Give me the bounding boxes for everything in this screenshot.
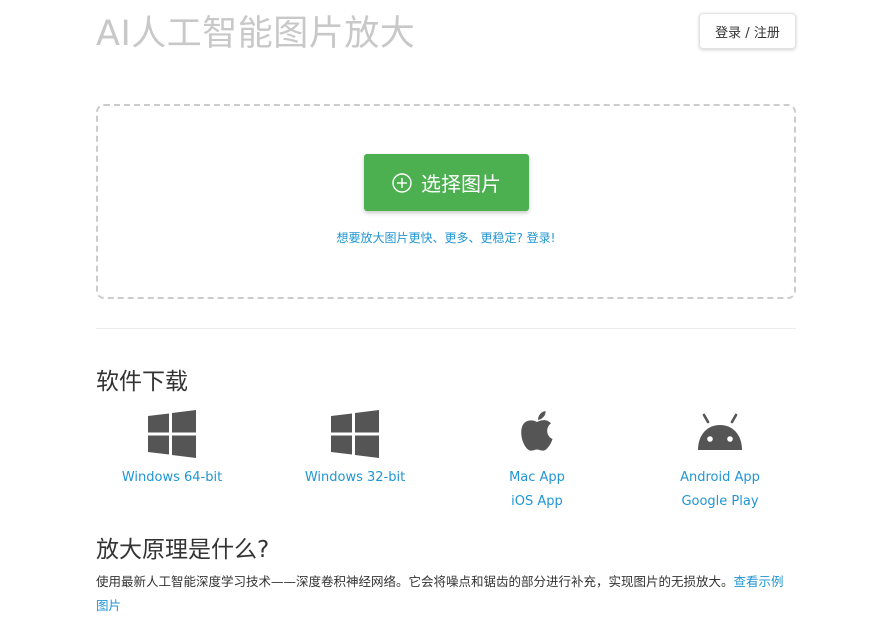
- windows-icon: [92, 408, 252, 466]
- ios-app-link[interactable]: iOS App: [457, 490, 617, 514]
- principle-heading: 放大原理是什么?: [96, 537, 270, 563]
- download-apple: Mac App iOS App: [457, 408, 617, 514]
- principle-description: 使用最新人工智能深度学习技术——深度卷积神经网络。它会将噪点和锯齿的部分进行补充…: [96, 574, 734, 589]
- android-icon: [640, 408, 800, 466]
- apple-icon: [457, 408, 617, 466]
- android-app-link[interactable]: Android App: [640, 466, 800, 490]
- windows-64bit-link[interactable]: Windows 64-bit: [92, 466, 252, 490]
- download-android: Android App Google Play: [640, 408, 800, 514]
- section-divider: [96, 328, 796, 329]
- page-container: AI人工智能图片放大 登录 / 注册 选择图片 想要放大图片更快、更多、更稳定?…: [96, 0, 796, 633]
- plus-circle-icon: [392, 172, 412, 193]
- windows-32bit-link[interactable]: Windows 32-bit: [275, 466, 435, 490]
- login-upgrade-link[interactable]: 想要放大图片更快、更多、更稳定? 登录!: [98, 229, 794, 246]
- login-register-button[interactable]: 登录 / 注册: [699, 13, 796, 49]
- windows-icon: [275, 408, 435, 466]
- download-windows-32: Windows 32-bit: [275, 408, 435, 490]
- principle-paragraph: 使用最新人工智能深度学习技术——深度卷积神经网络。它会将噪点和锯齿的部分进行补充…: [96, 570, 796, 618]
- software-download-heading: 软件下载: [96, 369, 188, 395]
- site-title: AI人工智能图片放大: [96, 14, 416, 54]
- download-windows-64: Windows 64-bit: [92, 408, 252, 490]
- select-image-button[interactable]: 选择图片: [364, 154, 529, 211]
- mac-app-link[interactable]: Mac App: [457, 466, 617, 490]
- google-play-link[interactable]: Google Play: [640, 490, 800, 514]
- select-image-label: 选择图片: [421, 172, 501, 196]
- upload-drop-zone[interactable]: 选择图片 想要放大图片更快、更多、更稳定? 登录!: [96, 104, 796, 299]
